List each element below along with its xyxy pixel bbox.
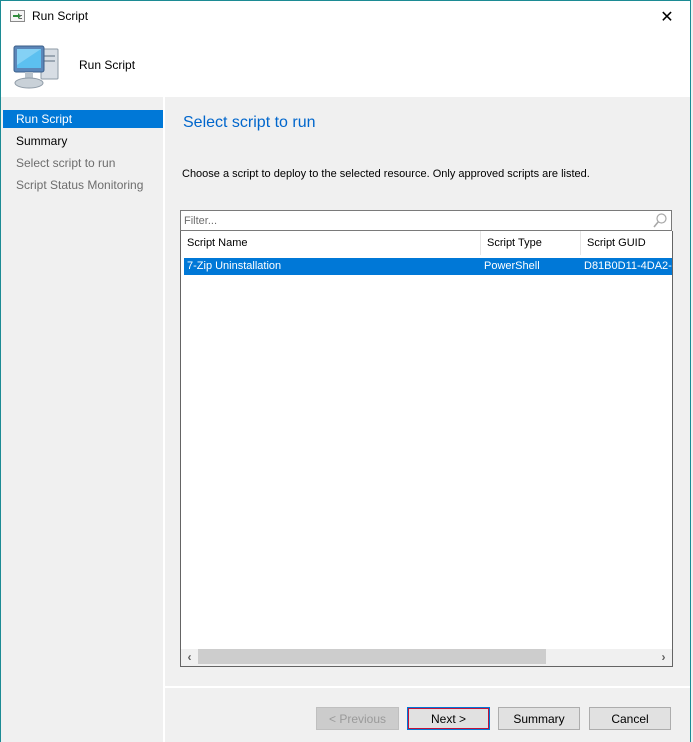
page-title: Select script to run [183,114,316,131]
run-script-window-icon [10,10,25,22]
step-select-script[interactable]: Select script to run [3,154,163,172]
chevron-left-icon[interactable]: ‹ [181,649,198,666]
banner-title: Run Script [79,58,136,72]
search-icon[interactable] [653,213,667,228]
column-header-script-name[interactable]: Script Name [181,231,481,255]
column-header-script-guid[interactable]: Script GUID [581,231,672,255]
table-row[interactable]: 7-Zip Uninstallation PowerShell D81B0D11… [184,258,672,275]
main-panel: Select script to run Choose a script to … [165,97,690,742]
summary-button[interactable]: Summary [498,707,580,730]
step-script-status-monitoring[interactable]: Script Status Monitoring [3,176,163,194]
close-icon: ✕ [660,8,674,26]
cell-script-guid: D81B0D11-4DA2- [584,260,672,272]
list-header: Script Name Script Type Script GUID [181,231,672,255]
step-run-script[interactable]: Run Script [3,110,163,128]
computer-icon [13,45,59,89]
cell-script-name: 7-Zip Uninstallation [187,260,282,272]
previous-button[interactable]: < Previous [316,707,399,730]
step-summary[interactable]: Summary [3,132,163,150]
filter-input[interactable] [184,211,644,230]
chevron-right-icon[interactable]: › [655,649,672,666]
cancel-button[interactable]: Cancel [589,707,671,730]
window-title: Run Script [32,9,89,23]
column-header-script-type[interactable]: Script Type [481,231,581,255]
scrollbar-thumb[interactable] [198,649,546,664]
title-bar: Run Script ✕ [1,1,690,32]
run-script-wizard-window: Run Script ✕ Run Script Run Script Summa… [0,0,691,742]
footer-divider [165,686,690,688]
wizard-banner: Run Script [1,32,690,97]
wizard-steps-sidebar: Run Script Summary Select script to run … [1,97,163,742]
page-description: Choose a script to deploy to the selecte… [182,168,590,180]
next-button[interactable]: Next > [407,707,490,730]
cell-script-type: PowerShell [484,260,540,272]
filter-box [180,210,672,231]
scripts-list[interactable]: Script Name Script Type Script GUID 7-Zi… [180,231,673,667]
close-button[interactable]: ✕ [644,1,690,32]
horizontal-scrollbar[interactable]: ‹ › [181,649,672,666]
